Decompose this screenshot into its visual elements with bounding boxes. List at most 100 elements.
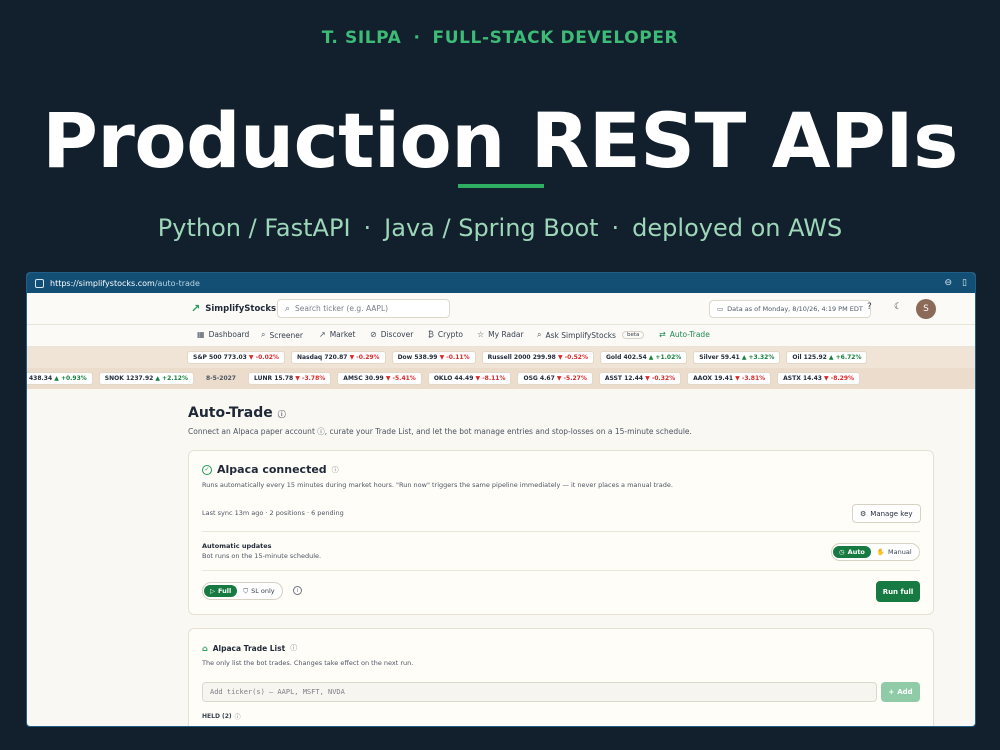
index-chip[interactable]: Dow 538.99 ▼ -0.11% [391,351,476,364]
main-tabs: ▦ Dashboard ⌕ Screener ↗ Market ⊘ Discover ₿… [27,325,975,347]
url-host: https://simplifystocks.com [50,278,155,288]
search-input[interactable] [295,304,436,313]
run-sl-only-option[interactable]: ⛉ SL only [237,585,280,598]
mode-manual-option[interactable]: ✋ Manual [871,546,918,558]
info-icon[interactable]: ⓘ [290,643,297,653]
trade-list-description: The only list the bot trades. Changes ta… [202,659,414,667]
ticker-chip[interactable]: ASST 12.44 ▼ -0.32% [598,372,682,385]
url-path: /auto-trade [154,278,200,288]
star-icon: ☆ [477,330,485,339]
trend-icon: ↗ [319,330,326,339]
run-scope-toggle: ▷ Full ⛉ SL only [202,582,283,600]
search-icon: ⌕ [261,330,266,339]
info-icon[interactable]: ⓘ [332,465,339,475]
bitcoin-icon: ₿ [428,330,434,339]
play-icon: ▷ [210,587,215,595]
ticker-chip[interactable]: AAOX 19.41 ▼ -3.81% [687,372,772,385]
hand-icon: ✋ [876,548,885,556]
tab-market[interactable]: ↗ Market [319,330,355,339]
kicker-role: FULL-STACK DEVELOPER [432,28,679,48]
tab-label: Auto-Trade [669,330,710,339]
kicker-separator: · [413,28,421,48]
data-timestamp-text: Data as of Monday, 8/10/26, 4:19 PM EDT [727,305,863,313]
info-icon[interactable]: ⓘ [278,409,286,420]
lock-icon [35,278,44,288]
tab-crypto[interactable]: ₿ Crypto [428,330,463,339]
trade-list-card: ⌂ Alpaca Trade List ⓘ The only list the … [188,628,934,726]
trade-list-title: Alpaca Trade List [212,643,286,653]
add-ticker-input[interactable] [202,682,877,702]
ticker-chip[interactable]: 438.34 ▲ +0.93% [27,372,93,385]
held-label: HELD (2) [202,713,232,720]
stock-ticker-bar: 438.34 ▲ +0.93% SNOK 1237.92 ▲ +2.12% 8-… [27,368,975,389]
data-timestamp: ▭ Data as of Monday, 8/10/26, 4:19 PM ED… [709,300,871,318]
index-chip[interactable]: Oil 125.92 ▲ +6.72% [786,351,868,364]
ticker-chip[interactable]: ASTX 14.43 ▼ -8.29% [777,372,861,385]
add-label: Add [897,688,913,696]
browser-tools: ⊖ ▯ [945,278,968,288]
tab-label: Crypto [437,330,463,339]
mode-toggle: ◷ Auto ✋ Manual [831,543,920,561]
index-chip[interactable]: Silver 59.41 ▲ +3.32% [693,351,781,364]
help-icon[interactable]: ? [867,302,872,312]
mode-auto-option[interactable]: ◷ Auto [833,546,871,558]
top-nav: ↗ SimplifyStocks ⌕ ▭ Data as of Monday, … [27,293,975,325]
ticker-chip[interactable]: OSG 4.67 ▼ -5.27% [517,372,593,385]
mode-auto-label: Auto [847,548,865,556]
run-full-label: Full [218,587,232,595]
tab-discover[interactable]: ⊘ Discover [370,330,413,339]
url-text[interactable]: https://simplifystocks.com/auto-trade [50,279,200,288]
page-description: Connect an Alpaca paper account ⓘ, curat… [188,427,692,436]
add-ticker-button[interactable]: + Add [881,682,920,702]
manage-key-button[interactable]: ⚙ Manage key [852,504,921,523]
stack-separator: · [363,214,372,242]
info-icon[interactable]: ⓘ [235,712,241,721]
tab-label: Discover [380,330,414,339]
address-bar[interactable]: https://simplifystocks.com/auto-trade ⊖ … [27,273,975,293]
tab-my-radar[interactable]: ☆ My Radar [477,330,524,339]
theme-moon-icon[interactable]: ☾ [894,302,902,312]
mode-manual-label: Manual [888,548,912,556]
tab-label: Screener [269,330,303,340]
run-full-button[interactable]: Run full [876,581,920,602]
connection-title: Alpaca connected [217,463,327,476]
tab-label: Dashboard [208,330,250,339]
tab-label: Ask SimplifyStocks [545,330,616,340]
stack-java: Java / Spring Boot [384,214,599,242]
browser-window: https://simplifystocks.com/auto-trade ⊖ … [26,272,976,727]
tab-dashboard[interactable]: ▦ Dashboard [197,330,249,339]
avatar[interactable]: S [916,299,936,319]
ticker-chip[interactable]: LUNR 15.78 ▼ -3.78% [247,372,332,385]
tab-screener[interactable]: ⌕ Screener [261,330,303,340]
tab-auto-trade[interactable]: ⇄ Auto-Trade [659,330,710,339]
ticker-date: 8-5-2027 [205,375,236,382]
search-box[interactable]: ⌕ [277,299,450,318]
slide-tech-stack: Python / FastAPI · Java / Spring Boot · depl… [0,214,1000,242]
run-full-option[interactable]: ▷ Full [204,585,238,597]
index-chip[interactable]: S&P 500 773.03 ▼ -0.02% [187,351,285,364]
tab-label: Market [329,330,356,339]
index-chip[interactable]: Russell 2000 299.98 ▼ -0.52% [481,351,594,364]
divider [202,570,920,571]
slide-headline: Production REST APIs [42,96,958,185]
bot-icon: ⌂ [202,643,208,653]
page-title: Auto-Trade ⓘ [188,405,286,421]
logo[interactable]: ↗ SimplifyStocks [191,302,276,315]
connection-description: Runs automatically every 15 minutes duri… [202,481,673,489]
ticker-chip[interactable]: AMSC 30.99 ▼ -5.41% [337,372,422,385]
ticker-chip[interactable]: OKLO 44.49 ▼ -8.11% [427,372,512,385]
ticker-chip[interactable]: SNOK 1237.92 ▲ +2.12% [98,372,194,385]
manage-key-label: Manage key [870,509,913,518]
info-icon[interactable]: i [293,586,302,595]
zoom-icon[interactable]: ⊖ [945,278,953,288]
connection-header: ✓ Alpaca connected ⓘ [202,463,339,476]
timer-icon: ◷ [839,548,845,556]
index-chip[interactable]: Nasdaq 720.87 ▼ -0.29% [290,351,386,364]
index-chip[interactable]: Gold 402.54 ▲ +1.02% [599,351,688,364]
gear-icon: ⚙ [860,509,867,518]
reader-icon[interactable]: ▯ [962,278,967,288]
headline-underline [458,184,544,188]
tab-ask[interactable]: ⌕ Ask SimplifyStocks beta [537,330,645,340]
index-ticker-bar: S&P 500 773.03 ▼ -0.02% Nasdaq 720.87 ▼ … [27,347,975,368]
page-title-text: Auto-Trade [188,405,273,421]
